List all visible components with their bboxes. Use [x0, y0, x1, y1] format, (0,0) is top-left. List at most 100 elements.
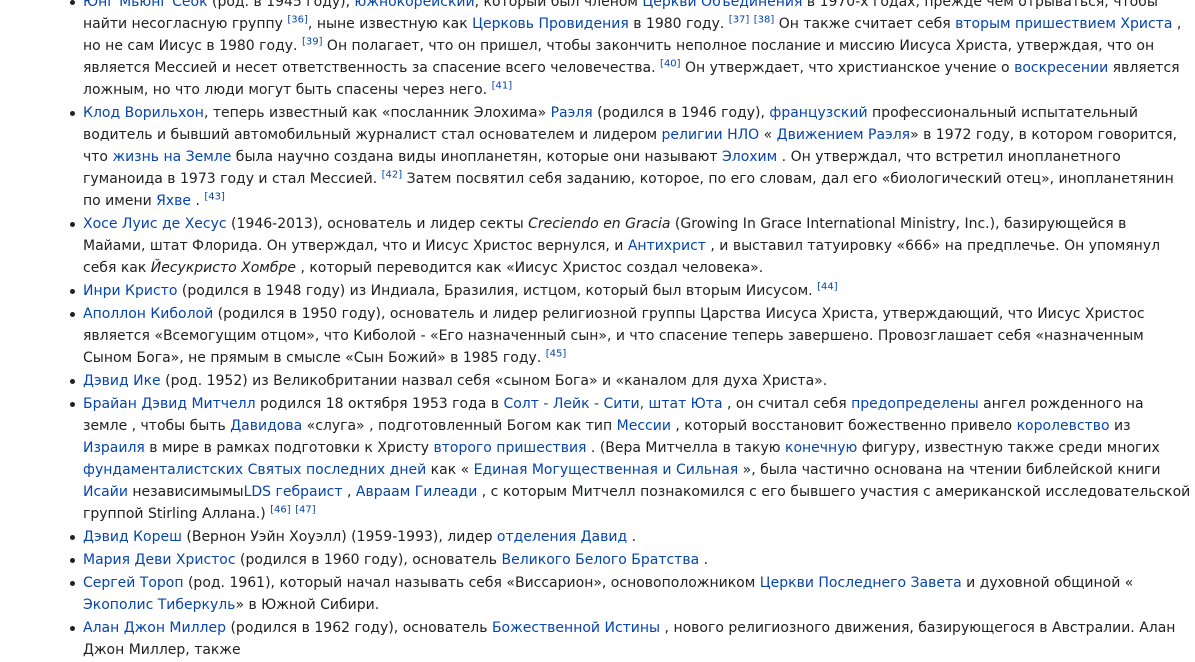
list-item: Инри Кристо (родился в 1948 году) из Инд…: [70, 280, 1191, 302]
text-run: в мире в рамках подготовки к Христу: [144, 440, 434, 456]
wiki-link[interactable]: религии НЛО: [662, 127, 760, 143]
text-run: .: [627, 529, 637, 545]
italic-text: Йесукристо Хомбре: [150, 260, 296, 276]
list-item: Хосе Луис де Хесус (1946-2013), основате…: [70, 213, 1191, 279]
text-run: из: [1109, 418, 1131, 434]
wiki-link[interactable]: Израиля: [83, 440, 145, 456]
list-item: Алан Джон Миллер (родился в 1962 году), …: [70, 617, 1191, 661]
reference-citation[interactable]: [43]: [204, 191, 225, 202]
text-run: (родился в 1962 году), основатель: [226, 620, 492, 636]
text-run: (Вернон Уэйн Хоуэлл) (1959-1993), лидер: [181, 529, 497, 545]
text-run: (род. 1961), который начал называть себя…: [183, 575, 760, 591]
wiki-link[interactable]: Элохим: [722, 149, 777, 165]
wiki-link[interactable]: второго пришествия: [434, 440, 587, 456]
reference-citation[interactable]: [45]: [546, 348, 567, 359]
list-item: Брайан Дэвид Митчелл родился 18 октября …: [70, 393, 1191, 525]
text-run: , ныне известную как: [307, 16, 473, 32]
reference-citation[interactable]: [39]: [302, 36, 323, 47]
text-run: «слуга» , подготовленный Богом как тип: [302, 418, 617, 434]
reference-citation[interactable]: [41]: [492, 80, 513, 91]
list-item: Юнг Мьюнг Сеок (род. в 1945 году), южнок…: [70, 0, 1191, 101]
text-run: родился 18 октября 1953 года в: [255, 396, 504, 412]
reference-citation[interactable]: [36]: [287, 14, 308, 25]
wiki-link[interactable]: предопределены: [851, 396, 979, 412]
reference-citation[interactable]: [47]: [295, 504, 316, 515]
text-run: (род. 1952) из Великобритании назвал себ…: [160, 373, 828, 389]
text-run: (род. в 1945 году),: [207, 0, 355, 10]
wiki-link[interactable]: Клод Ворильхон: [83, 105, 204, 121]
text-run: (родился в 1950 году), основатель и лиде…: [83, 306, 1145, 366]
wiki-link[interactable]: отделения Давид: [497, 529, 627, 545]
wiki-link[interactable]: Церкви Объединения: [642, 0, 802, 10]
wiki-link[interactable]: конечную: [785, 440, 857, 456]
text-run: », была частично основана на чтении библ…: [738, 462, 1161, 478]
text-run: .: [699, 552, 709, 568]
wiki-link[interactable]: Алан Джон Миллер: [83, 620, 226, 636]
text-run: как «: [426, 462, 474, 478]
wiki-link[interactable]: Мессии: [617, 418, 671, 434]
text-run: .: [191, 193, 205, 209]
wiki-link[interactable]: Инри Кристо: [83, 283, 177, 299]
list-item: Дэвид Ике (род. 1952) из Великобритании …: [70, 370, 1191, 392]
text-run: и духовной общиной «: [961, 575, 1134, 591]
article-bullet-list: Юнг Мьюнг Сеок (род. в 1945 году), южнок…: [70, 0, 1191, 662]
wiki-link[interactable]: Единая Могущественная и Сильная: [474, 462, 739, 478]
reference-citation[interactable]: [46]: [270, 504, 291, 515]
text-run: Он утверждает, что христианское учение о: [680, 60, 1015, 76]
wiki-link[interactable]: французский: [769, 105, 867, 121]
list-item: Клод Ворильхон, теперь известный как «по…: [70, 102, 1191, 212]
wiki-link[interactable]: Дэвид Кореш: [83, 529, 182, 545]
wiki-link[interactable]: Яхве: [156, 193, 191, 209]
text-run: (1946-2013), основатель и лидер секты: [226, 216, 529, 232]
text-run: «: [759, 127, 777, 143]
text-run: , который восстановит божественно привел…: [670, 418, 1017, 434]
wiki-link[interactable]: Авраам Гилеади: [356, 484, 477, 500]
wiki-link[interactable]: жизнь на Земле: [112, 149, 231, 165]
wiki-link[interactable]: Великого Белого Братства: [501, 552, 699, 568]
wiki-link[interactable]: Брайан Дэвид Митчелл: [83, 396, 256, 412]
wiki-link[interactable]: Солт - Лейк - Сити, штат Юта: [503, 396, 722, 412]
wiki-link[interactable]: Дэвид Ике: [83, 373, 161, 389]
text-run: Он также считает себя: [774, 16, 956, 32]
text-run: (родился в 1960 году), основатель: [235, 552, 502, 568]
wiki-link[interactable]: Сергей Тороп: [83, 575, 184, 591]
text-run: , который был членом: [474, 0, 643, 10]
text-run: , он считал себя: [722, 396, 852, 412]
text-run: в 1980 году.: [628, 16, 729, 32]
wiki-link[interactable]: Хосе Луис де Хесус: [83, 216, 227, 232]
wiki-link[interactable]: фундаменталистских Святых последних дней: [83, 462, 426, 478]
reference-citation[interactable]: [44]: [817, 281, 838, 292]
text-run: (родился в 1946 году),: [592, 105, 770, 121]
wiki-link[interactable]: LDS гебраист: [244, 484, 343, 500]
wiki-link[interactable]: Раэля: [551, 105, 593, 121]
wiki-link[interactable]: Антихрист: [628, 238, 706, 254]
wiki-link[interactable]: Исайи: [83, 484, 128, 500]
wiki-link[interactable]: Божественной Истины: [492, 620, 660, 636]
list-item: Сергей Тороп (род. 1961), который начал …: [70, 572, 1191, 616]
wiki-link[interactable]: Экополис Тиберкуль: [83, 597, 235, 613]
wiki-link[interactable]: Движением Раэля: [777, 127, 910, 143]
reference-citation[interactable]: [37]: [729, 14, 750, 25]
reference-citation[interactable]: [40]: [660, 58, 681, 69]
wiki-link[interactable]: Аполлон Киболой: [83, 306, 213, 322]
wiki-link[interactable]: вторым пришествием Христа: [955, 16, 1172, 32]
wiki-link[interactable]: Юнг Мьюнг Сеок: [83, 0, 208, 10]
text-run: » в Южной Сибири.: [235, 597, 380, 613]
list-item: Аполлон Киболой (родился в 1950 году), о…: [70, 303, 1191, 369]
wiki-link[interactable]: королевство: [1017, 418, 1110, 434]
text-run: фигуру, известную также среди многих: [857, 440, 1160, 456]
wiki-link[interactable]: Церкви Последнего Завета: [760, 575, 962, 591]
reference-citation[interactable]: [42]: [382, 169, 403, 180]
wiki-link[interactable]: Мария Деви Христос: [83, 552, 236, 568]
wiki-link[interactable]: Церковь Провидения: [472, 16, 629, 32]
text-run: , теперь известный как «посланник Элохим…: [203, 105, 551, 121]
text-run: ,: [342, 484, 356, 500]
text-run: . (Вера Митчелла в такую: [586, 440, 785, 456]
reference-citation[interactable]: [38]: [754, 14, 775, 25]
text-run: , который переводится как «Иисус Христос…: [296, 260, 764, 276]
list-item: Мария Деви Христос (родился в 1960 году)…: [70, 549, 1191, 571]
text-run: независимымы: [127, 484, 244, 500]
wiki-link[interactable]: Давидова: [230, 418, 302, 434]
wiki-link[interactable]: южнокорейский: [355, 0, 475, 10]
wiki-link[interactable]: воскресении: [1014, 60, 1108, 76]
